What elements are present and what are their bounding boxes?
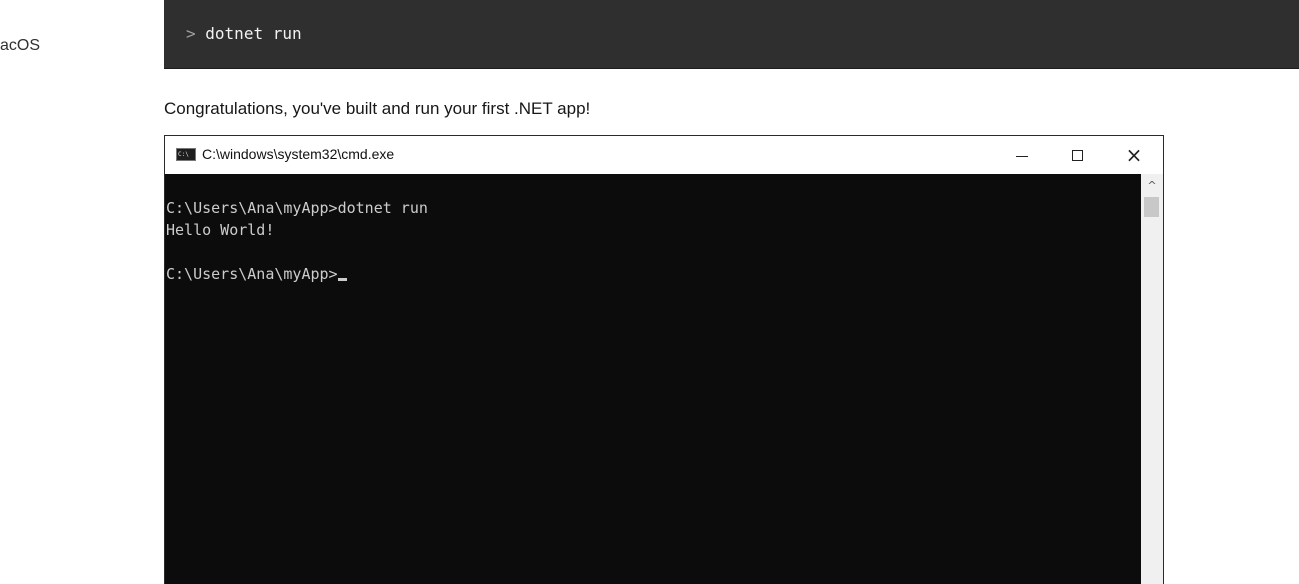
console-prompt-line: C:\Users\Ana\myApp> — [165, 263, 428, 285]
maximize-button[interactable] — [1054, 136, 1100, 174]
code-line: > dotnet run — [186, 24, 302, 43]
scroll-thumb[interactable] — [1144, 197, 1159, 217]
code-command: dotnet run — [205, 24, 302, 43]
window-title: C:\windows\system32\cmd.exe — [202, 146, 395, 162]
congratulations-text: Congratulations, you've built and run yo… — [164, 99, 591, 118]
console-lines: C:\Users\Ana\myApp>dotnet run Hello Worl… — [165, 197, 428, 285]
console-prompt: C:\Users\Ana\myApp> — [166, 265, 338, 283]
console-output[interactable]: C:\Users\Ana\myApp>dotnet run Hello Worl… — [165, 174, 1141, 584]
close-button[interactable]: × — [1111, 136, 1157, 174]
text-cursor — [337, 278, 347, 281]
docs-page: acOS > dotnet run Congratulations, you'v… — [0, 0, 1299, 584]
console-line: Hello World! — [166, 221, 275, 239]
console-line: C:\Users\Ana\myApp>dotnet run — [166, 199, 428, 217]
maximize-icon — [1071, 149, 1083, 161]
minimize-icon — [1016, 155, 1028, 157]
code-prompt: > — [186, 24, 196, 43]
cmd-app-icon: C:\ — [176, 148, 196, 161]
vertical-scrollbar[interactable]: ^ — [1141, 174, 1163, 584]
close-icon: × — [1125, 143, 1143, 167]
cmd-window: C:\ C:\windows\system32\cmd.exe × C:\Use… — [164, 135, 1164, 584]
cmd-titlebar[interactable]: C:\ C:\windows\system32\cmd.exe × — [165, 136, 1163, 174]
scroll-up-icon[interactable]: ^ — [1141, 174, 1163, 196]
sidebar-tab-macos[interactable]: acOS — [0, 37, 40, 55]
code-block: > dotnet run — [164, 0, 1299, 69]
minimize-button[interactable] — [999, 136, 1045, 174]
